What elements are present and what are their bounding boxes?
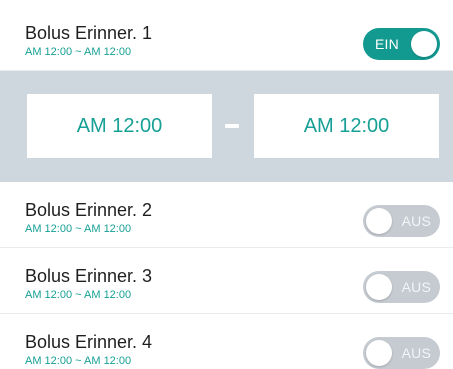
- toggle-knob: [366, 274, 392, 300]
- reminder-toggle-2[interactable]: AUS: [363, 205, 440, 237]
- reminder-title: Bolus Erinner. 3: [25, 266, 153, 286]
- reminder-toggle-1[interactable]: EIN: [363, 28, 440, 60]
- toggle-knob: [366, 340, 392, 366]
- reminder-row-1[interactable]: Bolus Erinner. 1 AM 12:00 ~ AM 12:00 EIN: [0, 5, 453, 71]
- reminder-time-range: AM 12:00 ~ AM 12:00: [25, 289, 132, 301]
- toggle-state-label: AUS: [401, 345, 431, 361]
- reminder-title: Bolus Erinner. 4: [25, 332, 153, 352]
- toggle-state-label: EIN: [375, 36, 399, 52]
- reminder-time-range: AM 12:00 ~ AM 12:00: [25, 46, 132, 58]
- reminder-title: Bolus Erinner. 2: [25, 200, 153, 220]
- reminder-title: Bolus Erinner. 1: [25, 23, 153, 43]
- time-range-separator: [225, 124, 239, 128]
- reminder-time-range: AM 12:00 ~ AM 12:00: [25, 355, 132, 367]
- reminder-toggle-3[interactable]: AUS: [363, 271, 440, 303]
- toggle-knob: [411, 31, 437, 57]
- reminder-time-range: AM 12:00 ~ AM 12:00: [25, 223, 132, 235]
- reminder-row-3[interactable]: Bolus Erinner. 3 AM 12:00 ~ AM 12:00 AUS: [0, 248, 453, 314]
- toggle-state-label: AUS: [401, 213, 431, 229]
- toggle-knob: [366, 208, 392, 234]
- bolus-reminder-screen: Bolus Erinner. 1 AM 12:00 ~ AM 12:00 EIN…: [0, 0, 453, 369]
- reminder-row-2[interactable]: Bolus Erinner. 2 AM 12:00 ~ AM 12:00 AUS: [0, 182, 453, 248]
- reminder-toggle-4[interactable]: AUS: [363, 337, 440, 369]
- toggle-state-label: AUS: [401, 279, 431, 295]
- reminder-row-4[interactable]: Bolus Erinner. 4 AM 12:00 ~ AM 12:00 AUS: [0, 314, 453, 369]
- time-range-editor: AM 12:00 AM 12:00: [0, 71, 453, 182]
- end-time-field[interactable]: AM 12:00: [254, 94, 439, 158]
- start-time-field[interactable]: AM 12:00: [27, 94, 212, 158]
